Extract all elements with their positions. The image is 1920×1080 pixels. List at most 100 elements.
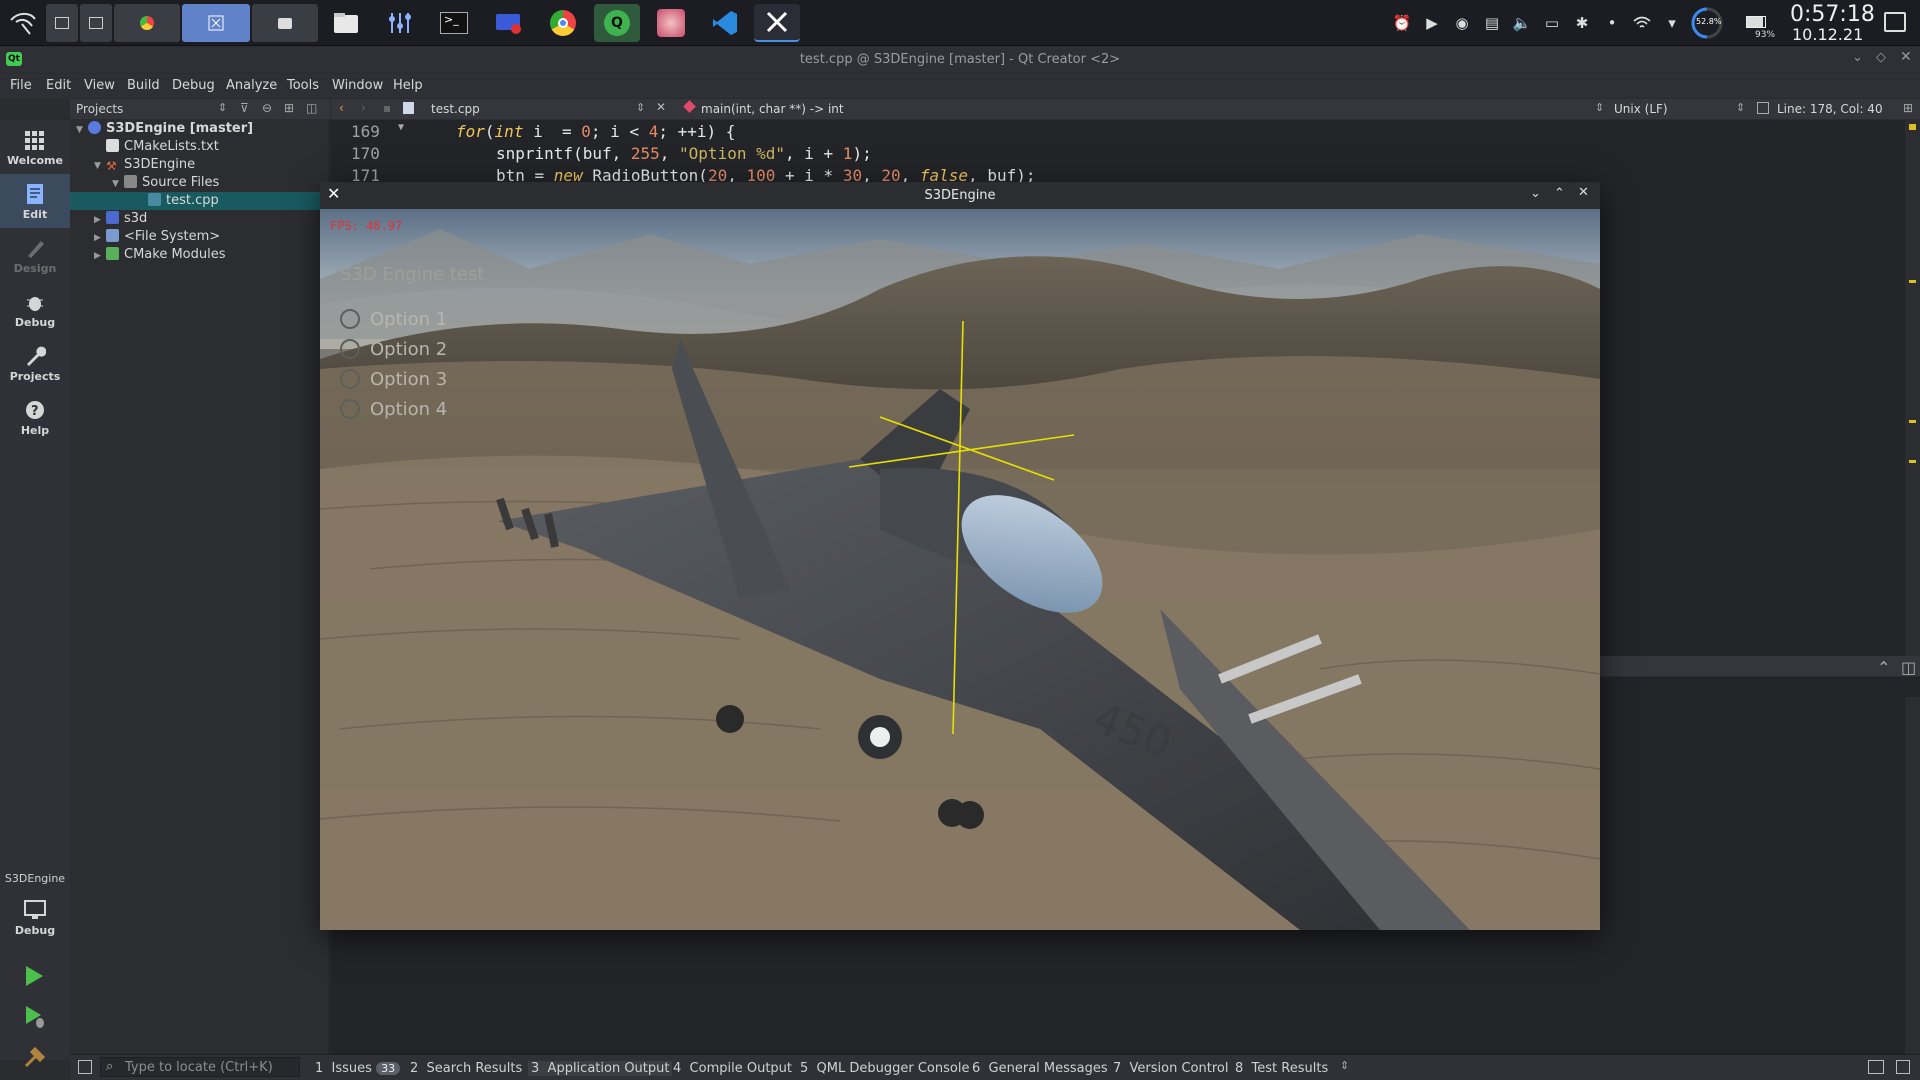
split-editor-icon[interactable]: ⊞ [1903, 101, 1913, 115]
collapse-arrow-icon[interactable]: ▼ [76, 121, 88, 139]
menu-tools[interactable]: Tools [287, 78, 319, 93]
maximize-icon[interactable]: ◇ [1876, 50, 1886, 65]
filter-icon[interactable]: ⊽ [240, 101, 249, 115]
tab-test-results[interactable]: 8 Test Results [1235, 1061, 1328, 1076]
line-ending-selector[interactable]: Unix (LF) [1614, 102, 1668, 116]
screen-recorder-icon[interactable] [490, 4, 528, 42]
output-scrollbar[interactable] [1905, 697, 1920, 1054]
terminal-window-button-2[interactable] [80, 4, 112, 42]
tree-item-target[interactable]: ▼ ⚒ S3DEngine [94, 156, 195, 174]
mode-welcome[interactable]: Welcome [0, 120, 70, 174]
close-pane-icon[interactable]: ◫ [1901, 658, 1916, 677]
projects-pane-title[interactable]: Projects [76, 102, 123, 116]
mode-design[interactable]: Design [0, 228, 70, 282]
tab-compile-output[interactable]: 4 Compile Output [673, 1061, 792, 1076]
editor-scrollbar[interactable] [1905, 120, 1920, 660]
menu-help[interactable]: Help [393, 78, 423, 93]
battery-status-icon[interactable]: ▭ [1542, 13, 1562, 33]
build-hammer-icon[interactable] [23, 1045, 47, 1073]
clock-time[interactable]: 0:57:18 [1790, 2, 1875, 27]
close-icon[interactable]: ✕ [1900, 49, 1912, 65]
close-document-icon[interactable]: ✕ [656, 100, 666, 114]
menu-analyze[interactable]: Analyze [226, 78, 277, 93]
volume-icon[interactable]: 🔈 [1512, 13, 1532, 33]
menu-debug[interactable]: Debug [172, 78, 215, 93]
expand-arrow-icon[interactable]: ▶ [94, 247, 106, 265]
bluetooth-icon[interactable]: ✱ [1572, 13, 1592, 33]
function-selector-arrows-icon[interactable]: ⇕ [1595, 101, 1604, 114]
menu-edit[interactable]: Edit [46, 78, 71, 93]
terminal-window-button-1[interactable] [46, 4, 78, 42]
mode-help[interactable]: ? Help [0, 390, 70, 444]
right-sidebar-toggle-icon[interactable] [1896, 1060, 1910, 1074]
settings-mixer-icon[interactable] [381, 4, 419, 42]
media-play-icon[interactable]: ▶ [1422, 13, 1442, 33]
fold-arrow-icon[interactable]: ▼ [398, 122, 404, 133]
output-toggle-icon[interactable] [1868, 1060, 1884, 1074]
toggle-sidebar-icon[interactable] [78, 1060, 92, 1074]
minimize-icon[interactable]: ⌄ [1530, 186, 1541, 201]
clipboard-icon[interactable]: ▤ [1482, 13, 1502, 33]
s3dengine-titlebar[interactable]: ✕ S3DEngine ⌄ ⌃ ✕ [320, 182, 1600, 209]
menu-build[interactable]: Build [127, 78, 160, 93]
back-arrow-icon[interactable]: ‹ [339, 101, 344, 115]
tab-issues[interactable]: 1 Issues 33 [315, 1061, 401, 1076]
mode-edit[interactable]: Edit [0, 174, 70, 228]
tree-item-source-files[interactable]: ▼ Source Files [112, 174, 219, 192]
radio-option-3[interactable]: Option 3 [340, 369, 447, 393]
notifications-icon[interactable]: ⏰ [1392, 13, 1412, 33]
battery-icon[interactable] [1746, 12, 1766, 32]
collapse-arrow-icon[interactable]: ▼ [112, 175, 124, 193]
file-selector-arrows-icon[interactable]: ⇕ [636, 101, 645, 114]
vscode-icon[interactable] [706, 4, 744, 42]
link-icon[interactable]: ⊖ [262, 101, 272, 115]
maximize-icon[interactable]: ⌃ [1554, 186, 1565, 201]
wifi-icon[interactable] [1632, 13, 1652, 33]
tab-application-output[interactable]: 3 Application Output [528, 1061, 673, 1076]
tab-version-control[interactable]: 7 Version Control [1113, 1061, 1228, 1076]
tab-general-messages[interactable]: 6 General Messages [972, 1061, 1108, 1076]
kit-selector[interactable]: Debug [0, 890, 70, 950]
clock-date[interactable]: 10.12.21 [1792, 25, 1863, 44]
maximize-pane-icon[interactable]: ⌃ [1877, 658, 1890, 677]
expand-arrow-icon[interactable]: ▶ [94, 211, 106, 229]
tree-item-cmakelists[interactable]: CMakeLists.txt [94, 138, 219, 156]
tree-item-s3d[interactable]: ▶ s3d [94, 210, 147, 228]
cursor-position[interactable]: Line: 178, Col: 40 [1777, 102, 1883, 116]
menu-view[interactable]: View [84, 78, 115, 93]
chrome-icon[interactable] [544, 4, 582, 42]
radio-option-2[interactable]: Option 2 [340, 339, 447, 363]
show-desktop-icon[interactable] [1884, 12, 1906, 32]
expand-arrow-icon[interactable]: ▶ [94, 229, 106, 247]
file-manager-icon[interactable] [327, 4, 365, 42]
menu-file[interactable]: File [10, 78, 32, 93]
run-icon[interactable] [23, 965, 45, 991]
s3dengine-window[interactable]: ✕ S3DEngine ⌄ ⌃ ✕ 450 FPS: 48.97 S3D Eng… [320, 182, 1600, 930]
radio-option-4[interactable]: Option 4 [340, 399, 447, 423]
files-window-button[interactable] [252, 4, 318, 42]
menu-window[interactable]: Window [332, 78, 383, 93]
tab-qml-debugger-console[interactable]: 5 QML Debugger Console [800, 1061, 969, 1076]
forward-arrow-icon[interactable]: › [361, 101, 366, 115]
mode-debug[interactable]: Debug [0, 282, 70, 336]
close-pane-icon[interactable]: ◫ [306, 101, 317, 115]
qt-creator-app-icon[interactable]: Q [594, 4, 640, 42]
minimize-icon[interactable]: ⌄ [1852, 50, 1863, 65]
mode-projects[interactable]: Projects [0, 336, 70, 390]
collapse-arrow-icon[interactable]: ▼ [94, 157, 106, 175]
tree-item-test-cpp[interactable]: test.cpp [70, 192, 329, 210]
s3dengine-window-button[interactable] [182, 4, 250, 42]
close-icon[interactable]: ✕ [1578, 185, 1589, 200]
tray-expand-icon[interactable]: ▾ [1662, 13, 1682, 33]
tree-root-project[interactable]: ▼ S3DEngine [master] [76, 120, 253, 138]
radio-option-1[interactable]: Option 1 [340, 309, 447, 333]
tree-item-file-system[interactable]: ▶ <File System> [94, 228, 220, 246]
tree-item-cmake-modules[interactable]: ▶ CMake Modules [94, 246, 226, 264]
terminal-app-icon[interactable]: >_ [435, 4, 473, 42]
debug-run-icon[interactable] [23, 1005, 47, 1033]
encoding-icon[interactable] [1757, 102, 1769, 114]
battery-circle-gauge[interactable]: 52.8% [1690, 6, 1724, 40]
function-selector[interactable]: main(int, char **) -> int [701, 102, 844, 116]
kali-menu-icon[interactable] [4, 4, 42, 42]
split-icon[interactable]: ⊞ [284, 101, 294, 115]
